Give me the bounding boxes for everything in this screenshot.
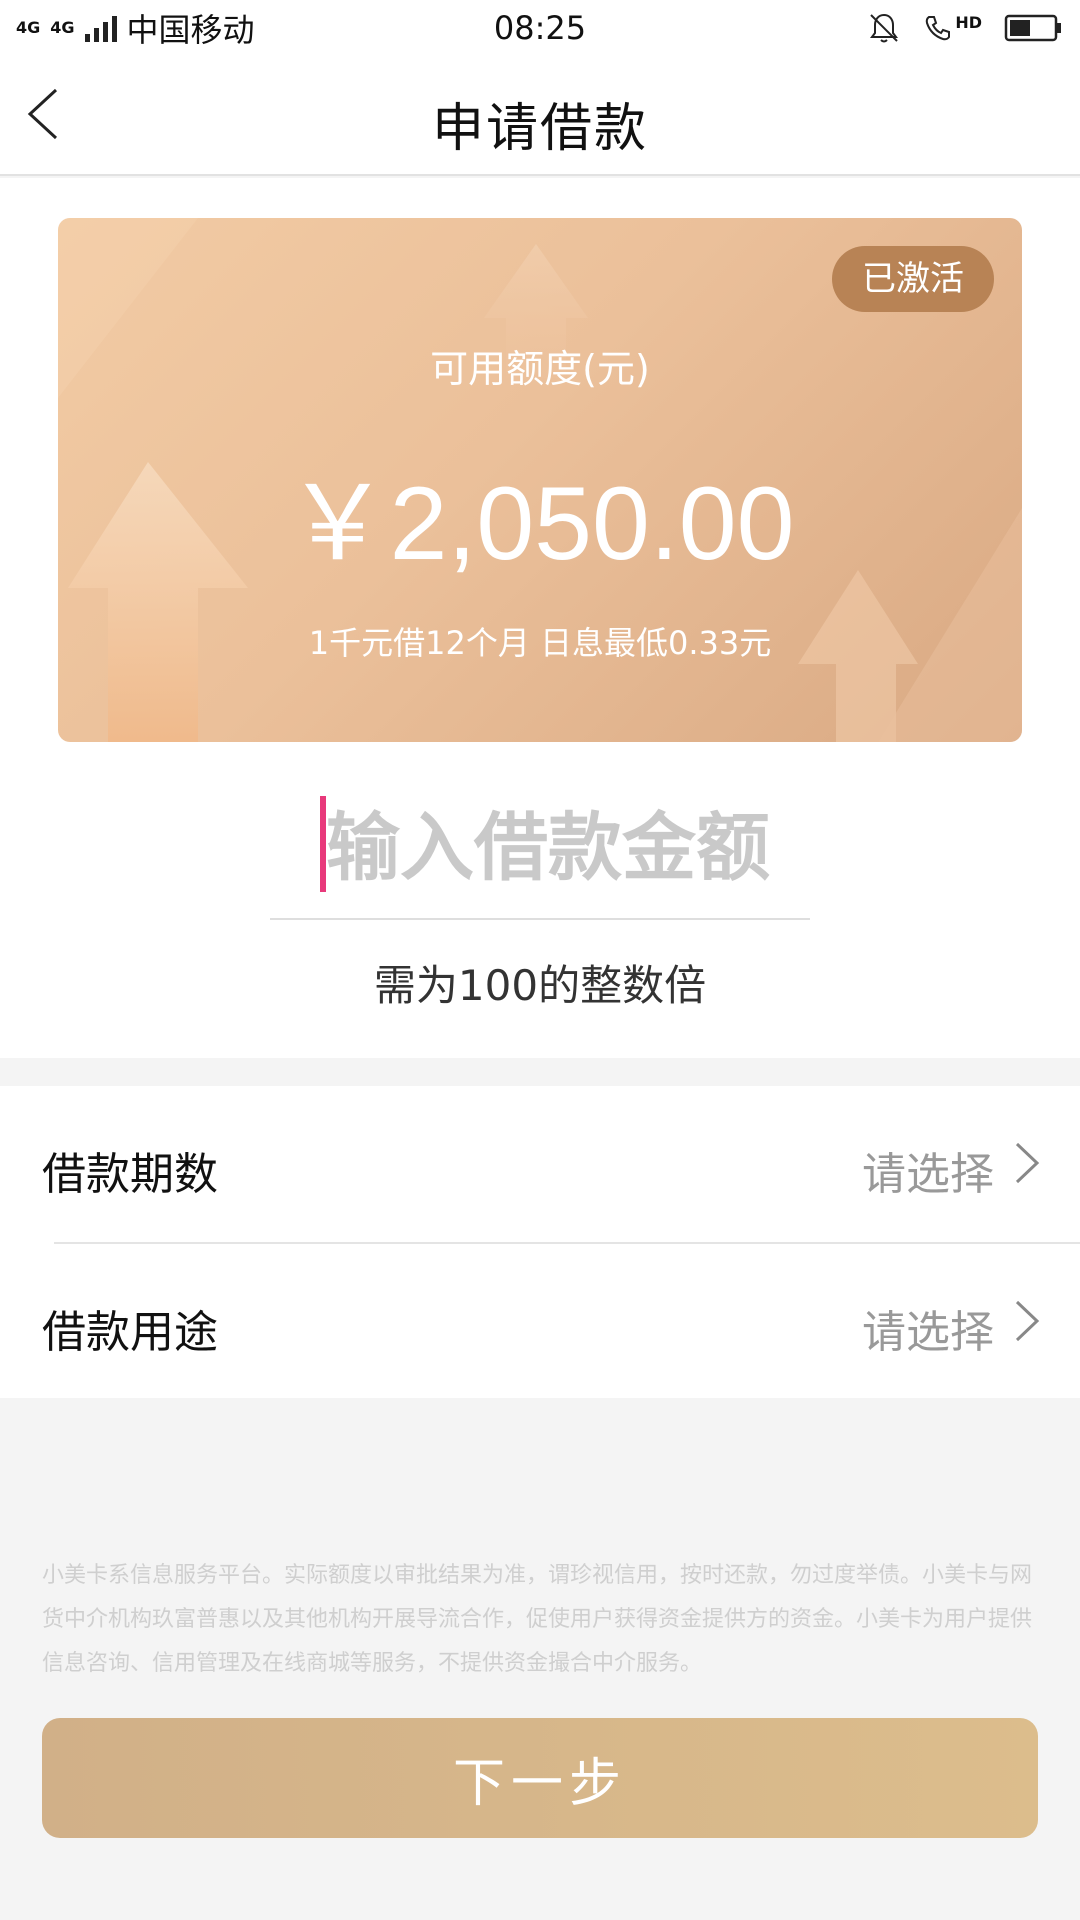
network-label-1: 4G bbox=[16, 18, 41, 37]
loan-purpose-value: 请选择 bbox=[862, 1307, 994, 1358]
phone-icon bbox=[926, 16, 951, 41]
status-time: 08:25 bbox=[493, 9, 587, 47]
loan-options: 借款期数 请选择 借款用途 请选择 bbox=[0, 1086, 1080, 1398]
network-label-2: 4G bbox=[50, 18, 75, 37]
chevron-right-icon bbox=[1015, 1142, 1040, 1184]
battery-icon bbox=[1004, 14, 1061, 42]
hd-call-indicator: HD bbox=[923, 13, 982, 43]
loan-term-value: 请选择 bbox=[862, 1149, 994, 1200]
status-left: 4G 4G 中国移动 bbox=[16, 5, 376, 51]
credit-rate-note: 1千元借12个月 日息最低0.33元 bbox=[308, 624, 772, 662]
loan-term-selector[interactable]: 借款期数 请选择 bbox=[0, 1086, 1080, 1244]
network-indicator: 4G bbox=[16, 20, 40, 36]
next-step-button[interactable]: 下一步 bbox=[42, 1718, 1038, 1838]
loan-purpose-selector[interactable]: 借款用途 请选择 bbox=[0, 1244, 1080, 1400]
credit-limit-amount: ￥2,050.00 bbox=[285, 466, 795, 582]
loan-application-screen: 4G 4G 中国移动 08:25 HD 申请借款 已激活 可用额度(元) ￥2,… bbox=[0, 0, 1080, 1920]
loan-term-label: 借款期数 bbox=[42, 1149, 218, 1200]
loan-amount-input[interactable] bbox=[326, 788, 806, 908]
status-right: HD bbox=[704, 11, 1064, 45]
hd-label: HD bbox=[955, 13, 982, 32]
status-badge: 已激活 bbox=[832, 246, 994, 312]
chevron-right-icon bbox=[1015, 1300, 1040, 1342]
status-bar: 4G 4G 中国移动 08:25 HD bbox=[0, 0, 1080, 56]
amount-input-wrap bbox=[270, 788, 810, 920]
credit-limit-card: 已激活 可用额度(元) ￥2,050.00 1千元借12个月 日息最低0.33元 bbox=[58, 218, 1022, 742]
bell-muted-icon bbox=[870, 13, 899, 43]
signal-icon bbox=[84, 14, 117, 42]
loan-purpose-label: 借款用途 bbox=[42, 1307, 218, 1358]
credit-limit-label: 可用额度(元) bbox=[430, 347, 650, 391]
amount-hint: 需为100的整数倍 bbox=[373, 961, 707, 1010]
disclaimer-text: 小美卡系信息服务平台。实际额度以审批结果为准，谓珍视信用，按时还款，勿过度举债。… bbox=[42, 1563, 1033, 1676]
carrier-name: 中国移动 bbox=[126, 11, 255, 49]
network-indicator-2: 4G bbox=[50, 20, 74, 36]
nav-header: 申请借款 bbox=[0, 56, 1080, 176]
page-title: 申请借款 bbox=[431, 99, 648, 159]
credit-section: 已激活 可用额度(元) ￥2,050.00 1千元借12个月 日息最低0.33元… bbox=[0, 178, 1080, 1058]
